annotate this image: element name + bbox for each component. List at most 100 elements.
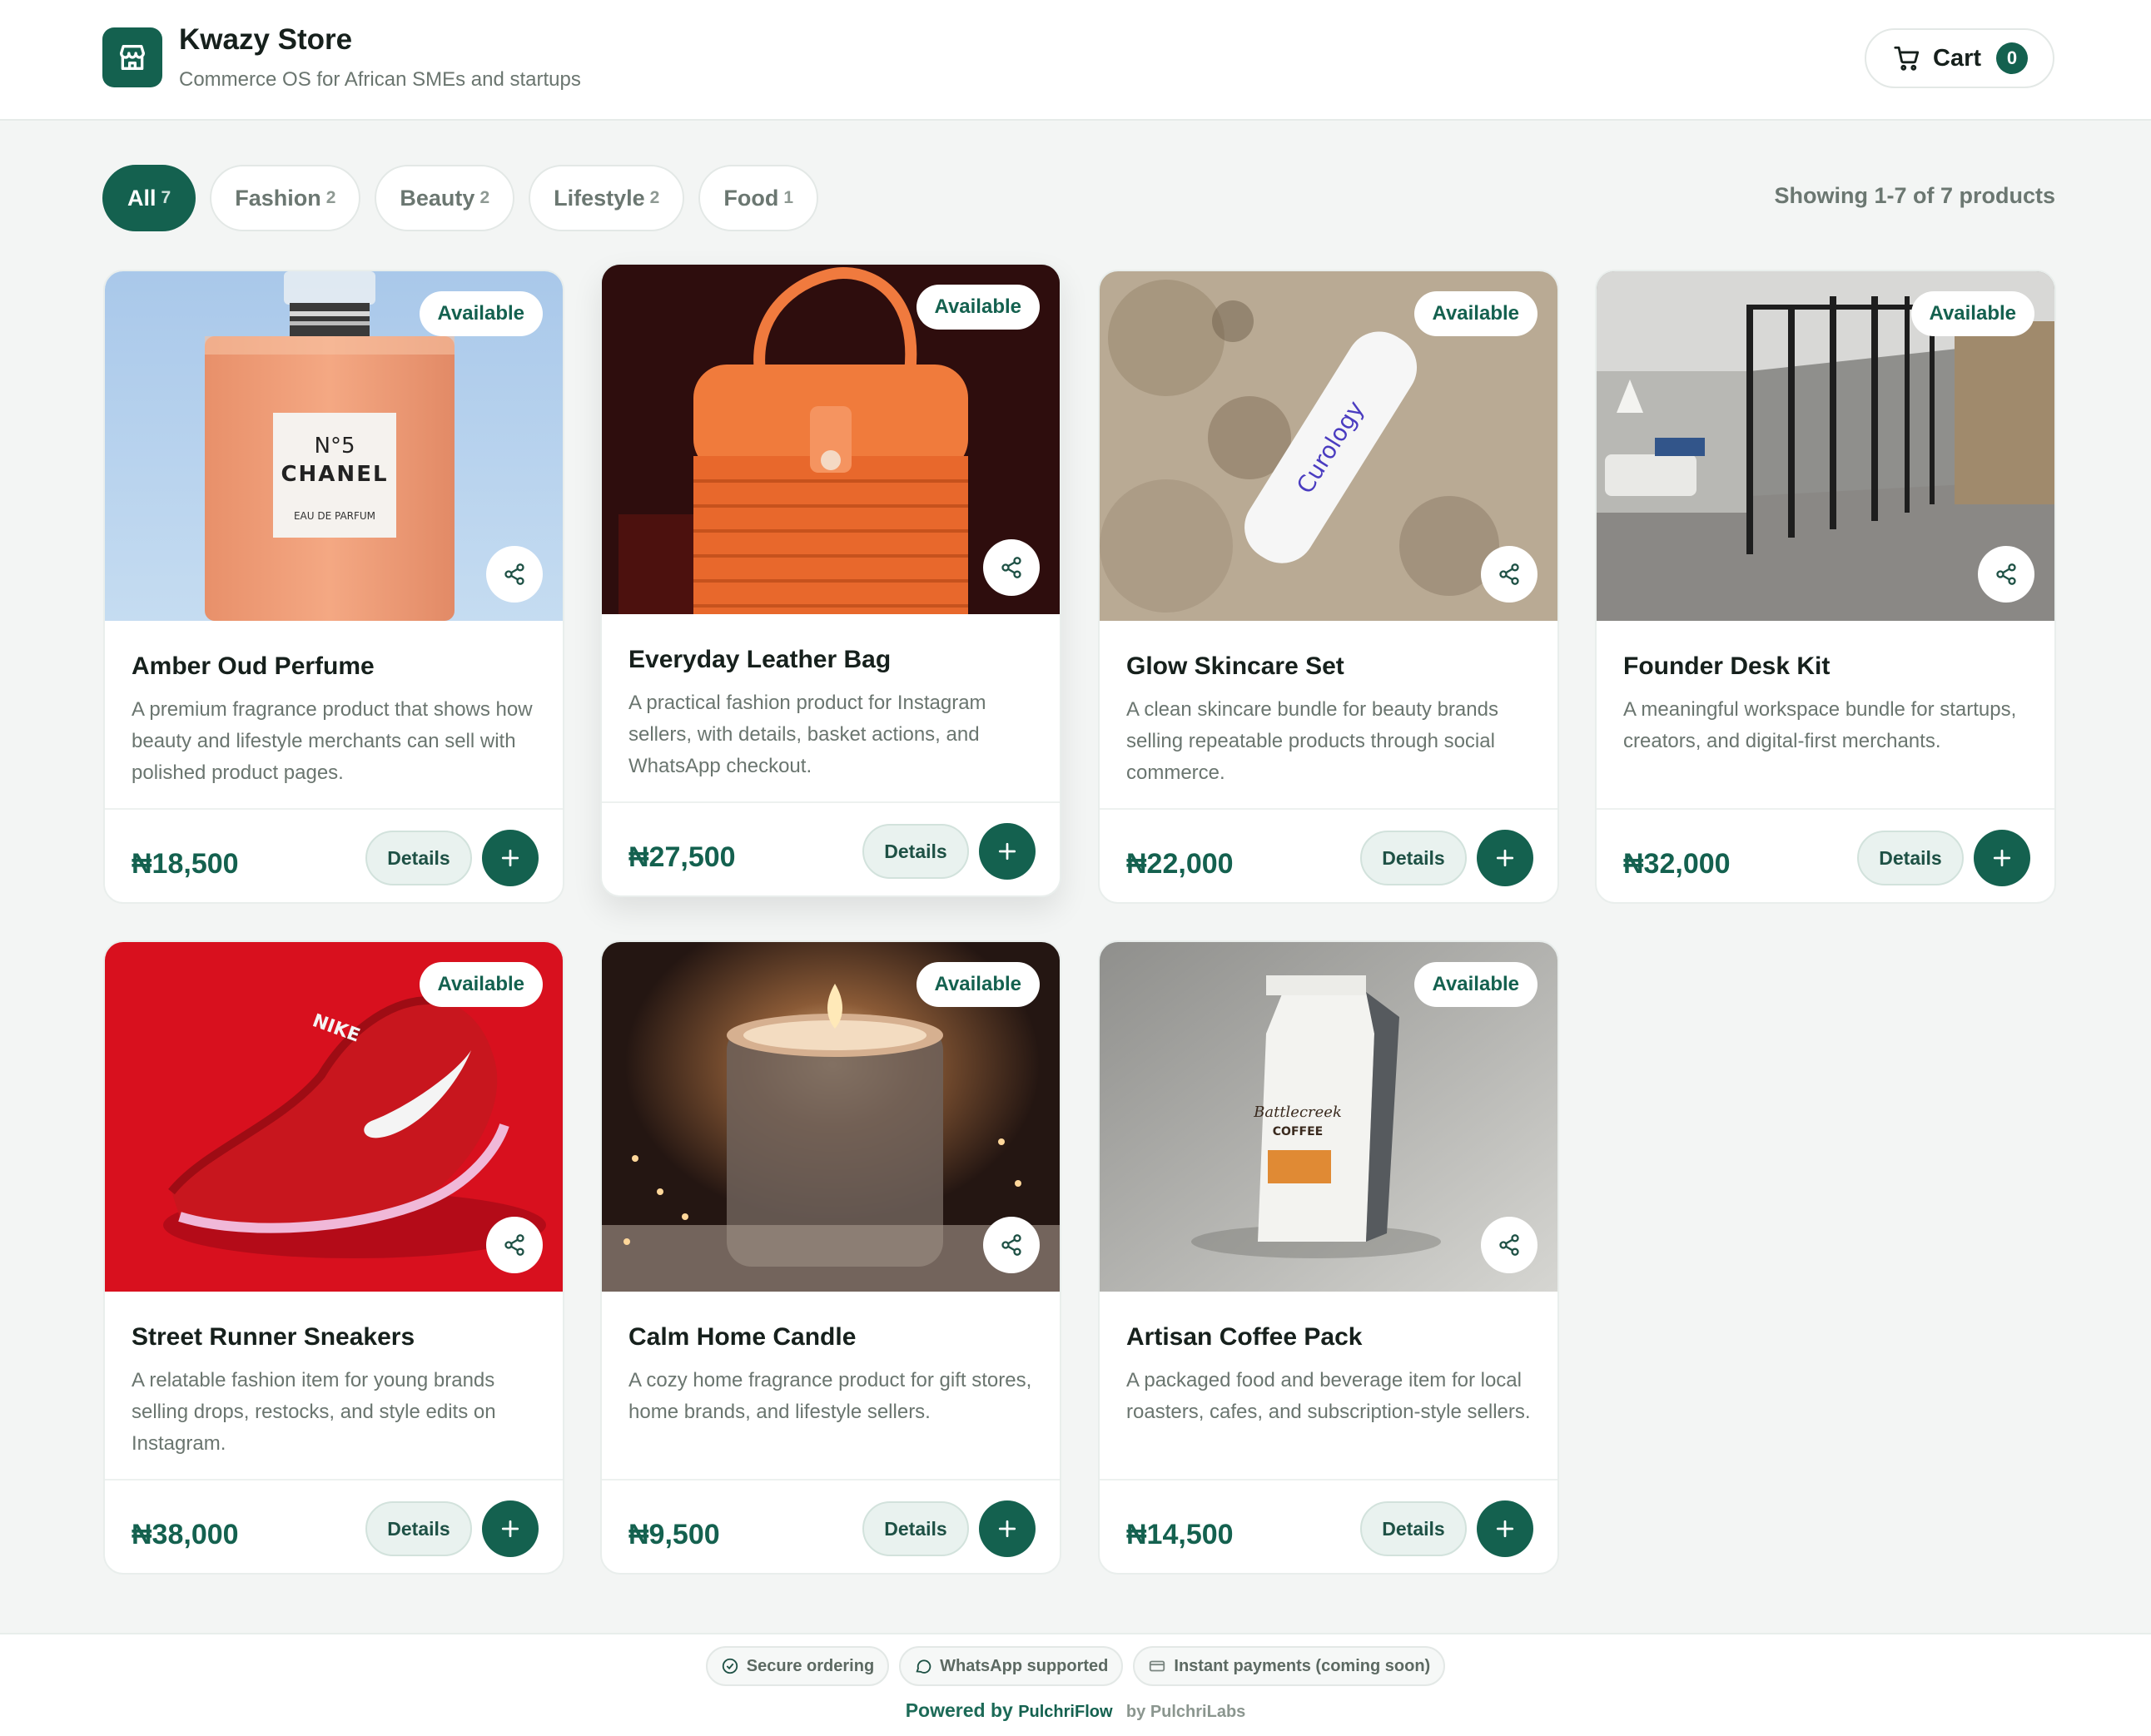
plus-icon — [501, 849, 519, 867]
product-card[interactable]: Available Founder Desk Kit A meaningful … — [1595, 270, 2056, 904]
storefront-icon[interactable] — [102, 27, 162, 87]
share-button[interactable] — [486, 546, 543, 603]
cart-count-badge: 0 — [1996, 42, 2029, 74]
details-button[interactable]: Details — [1360, 831, 1467, 885]
check-circle-icon — [722, 1658, 738, 1674]
store-header: Kwazy Store Commerce OS for African SMEs… — [0, 0, 2151, 121]
product-description: A clean skincare bundle for beauty brand… — [1126, 698, 1498, 784]
share-icon — [1996, 563, 2016, 585]
status-badge: Available — [1413, 962, 1537, 1007]
status-badge: Available — [419, 291, 543, 336]
store-name: Kwazy Store — [179, 23, 353, 56]
product-name[interactable]: Founder Desk Kit — [1623, 652, 1830, 681]
product-description: A meaningful workspace bundle for startu… — [1623, 698, 2017, 752]
store-tagline: Commerce OS for African SMEs and startup… — [179, 68, 581, 91]
cart-icon — [1894, 46, 1920, 71]
product-name[interactable]: Everyday Leather Bag — [628, 646, 891, 674]
card-divider — [105, 808, 563, 810]
status-badge: Available — [1413, 291, 1537, 336]
product-price: ₦18,500 — [132, 848, 239, 880]
details-button[interactable]: Details — [365, 831, 472, 885]
plus-icon — [1496, 849, 1514, 867]
share-button[interactable] — [983, 539, 1040, 596]
feature-chips: Secure ordering WhatsApp supported Insta… — [0, 1646, 2151, 1686]
status-badge: Available — [916, 962, 1040, 1007]
details-button[interactable]: Details — [365, 1501, 472, 1556]
product-card[interactable]: Curology Available Glow Skincare Set A c… — [1098, 270, 1559, 904]
add-to-cart-button[interactable] — [482, 830, 539, 886]
share-icon — [1001, 557, 1021, 578]
share-icon — [504, 1234, 524, 1256]
add-to-cart-button[interactable] — [1477, 830, 1533, 886]
product-price: ₦22,000 — [1126, 848, 1234, 880]
share-button[interactable] — [486, 1217, 543, 1273]
cart-label: Cart — [1933, 44, 1982, 72]
product-description: A premium fragrance product that shows h… — [132, 698, 533, 784]
filter-fashion[interactable]: Fashion 2 — [210, 165, 361, 231]
product-card[interactable]: N°5 CHANEL EAU DE PARFUM Available Amber… — [103, 270, 564, 904]
details-button[interactable]: Details — [1857, 831, 1964, 885]
category-filters: All 7 Fashion 2 Beauty 2 Lifestyle 2 Food 1 — [102, 165, 819, 231]
product-card[interactable]: Available Calm Home Candle A cozy home f… — [600, 940, 1061, 1575]
powered-by-company: by PulchriLabs — [1125, 1703, 1246, 1721]
card-divider — [1597, 808, 2054, 810]
plus-icon — [998, 1520, 1016, 1538]
product-name[interactable]: Glow Skincare Set — [1126, 652, 1344, 681]
share-button[interactable] — [983, 1217, 1040, 1273]
product-card[interactable]: Available Everyday Leather Bag A practic… — [600, 263, 1061, 897]
card-icon — [1150, 1660, 1165, 1672]
card-divider — [1100, 808, 1557, 810]
share-icon — [504, 563, 524, 585]
product-description: A practical fashion product for Instagra… — [628, 692, 986, 777]
cart-button[interactable]: Cart 0 — [1865, 28, 2054, 88]
product-name[interactable]: Street Runner Sneakers — [132, 1323, 415, 1352]
filter-lifestyle[interactable]: Lifestyle 2 — [529, 165, 685, 231]
share-button[interactable] — [1978, 546, 2034, 603]
product-card[interactable]: Battlecreek COFFEE Available Artisan Cof… — [1098, 940, 1559, 1575]
page-footer: Secure ordering WhatsApp supported Insta… — [0, 1633, 2151, 1736]
feature-instant-payments: Instant payments (coming soon) — [1133, 1646, 1446, 1686]
add-to-cart-button[interactable] — [1974, 830, 2030, 886]
filter-all[interactable]: All 7 — [102, 165, 196, 231]
card-divider — [1100, 1479, 1557, 1481]
product-description: A relatable fashion item for young brand… — [132, 1369, 496, 1455]
add-to-cart-button[interactable] — [979, 823, 1036, 880]
details-button[interactable]: Details — [862, 1501, 969, 1556]
results-count: Showing 1-7 of 7 products — [1774, 183, 2055, 208]
product-card[interactable]: NIKE Available Street Runner Sneakers A … — [103, 940, 564, 1575]
product-name[interactable]: Amber Oud Perfume — [132, 652, 375, 681]
status-badge: Available — [916, 285, 1040, 330]
plus-icon — [998, 842, 1016, 861]
share-button[interactable] — [1481, 546, 1537, 603]
add-to-cart-button[interactable] — [1477, 1500, 1533, 1557]
plus-icon — [1496, 1520, 1514, 1538]
details-button[interactable]: Details — [862, 824, 969, 879]
product-description: A packaged food and beverage item for lo… — [1126, 1369, 1531, 1423]
feature-secure-ordering: Secure ordering — [705, 1646, 890, 1686]
product-price: ₦38,000 — [132, 1519, 239, 1550]
status-badge: Available — [1910, 291, 2034, 336]
add-to-cart-button[interactable] — [482, 1500, 539, 1557]
bottle-label-type: EAU DE PARFUM — [294, 510, 375, 522]
product-description: A cozy home fragrance product for gift s… — [628, 1369, 1032, 1423]
filter-beauty[interactable]: Beauty 2 — [375, 165, 515, 231]
share-icon — [1499, 563, 1519, 585]
filter-food[interactable]: Food 1 — [698, 165, 819, 231]
bag-brand-text: Battlecreek — [1253, 1104, 1342, 1121]
powered-brand-link[interactable]: PulchriFlow — [1018, 1703, 1112, 1721]
card-divider — [105, 1479, 563, 1481]
product-price: ₦32,000 — [1623, 848, 1731, 880]
share-icon — [1499, 1234, 1519, 1256]
chat-bubble-icon — [916, 1659, 931, 1674]
bottle-label-brand: CHANEL — [281, 462, 388, 487]
status-badge: Available — [419, 962, 543, 1007]
product-name[interactable]: Calm Home Candle — [628, 1323, 856, 1352]
share-button[interactable] — [1481, 1217, 1537, 1273]
feature-whatsapp: WhatsApp supported — [899, 1646, 1124, 1686]
powered-by: Powered by PulchriFlow by PulchriLabs — [905, 1699, 1246, 1721]
details-button[interactable]: Details — [1360, 1501, 1467, 1556]
product-name[interactable]: Artisan Coffee Pack — [1126, 1323, 1362, 1352]
card-divider — [602, 1479, 1060, 1481]
add-to-cart-button[interactable] — [979, 1500, 1036, 1557]
plus-icon — [501, 1520, 519, 1538]
